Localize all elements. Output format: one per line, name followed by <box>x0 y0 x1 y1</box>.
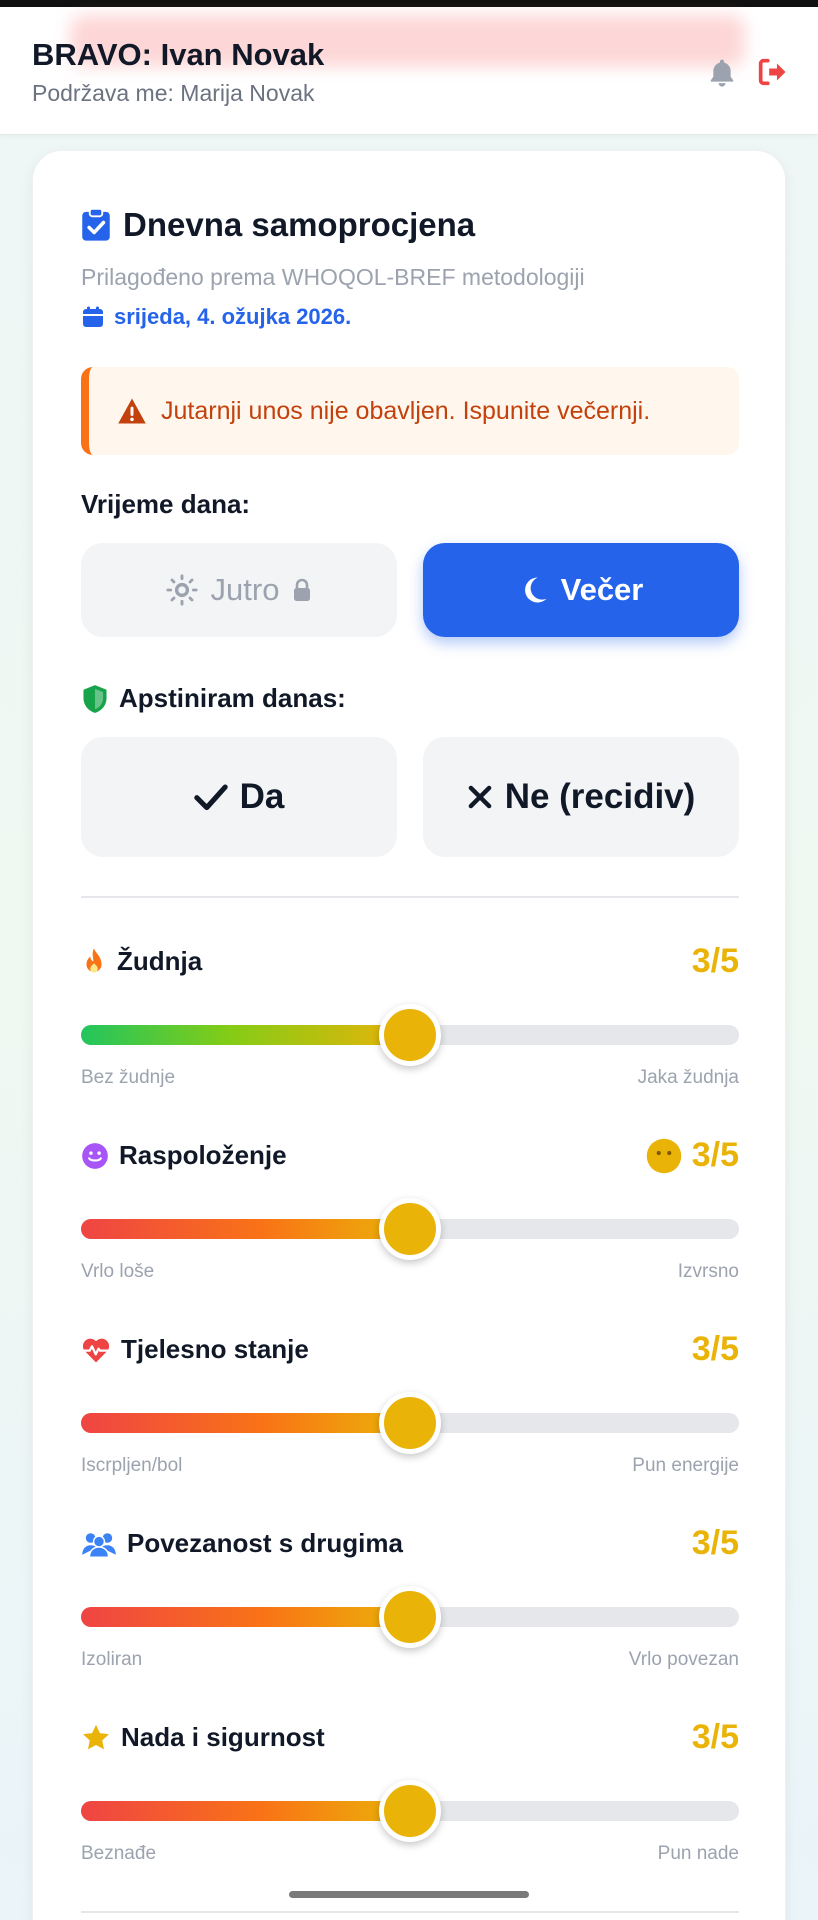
slider-fill <box>81 1607 410 1627</box>
header-subtitle: Podržava me: Marija Novak <box>32 80 315 106</box>
card-title: Dnevna samoprocjena <box>123 206 476 243</box>
evening-label: Večer <box>560 572 644 607</box>
max-label: Pun nade <box>657 1843 739 1864</box>
header-title: BRAVO: Ivan Novak <box>32 37 325 72</box>
sun-icon <box>165 574 198 606</box>
metric-name: Povezanost s drugima <box>127 1528 403 1558</box>
slider-mood[interactable] <box>81 1198 739 1260</box>
neutral-face-icon <box>646 1138 681 1173</box>
metric-value-physical: 3/5 <box>692 1330 739 1369</box>
bell-icon[interactable] <box>706 57 738 89</box>
heart-pulse-icon <box>82 1338 110 1362</box>
metric-header-craving: Žudnja 3/5 <box>81 942 739 981</box>
abstain-no-label: Ne (recidiv) <box>504 777 696 816</box>
metric-value-connection: 3/5 <box>692 1524 739 1563</box>
metric-title-mood: Raspoloženje <box>81 1140 287 1171</box>
metric-name: Žudnja <box>117 946 203 976</box>
users-icon <box>82 1532 116 1558</box>
warning-alert: Jutarnji unos nije obavljen. Ispunite ve… <box>81 367 739 455</box>
metric-header-hope: Nada i sigurnost 3/5 <box>81 1718 739 1757</box>
metric-name: Raspoloženje <box>119 1140 287 1170</box>
slider-fill <box>81 1025 410 1045</box>
slider-fill <box>81 1219 410 1239</box>
star-icon <box>83 1724 109 1749</box>
metric-value-mood: 3/5 <box>646 1136 739 1175</box>
slider-thumb[interactable] <box>379 1586 441 1648</box>
metric-header-mood: Raspoloženje 3/5 <box>81 1136 739 1175</box>
check-icon <box>193 784 228 811</box>
slider-physical[interactable] <box>81 1392 739 1454</box>
evening-button[interactable]: Večer <box>423 543 739 637</box>
app-header: BRAVO: Ivan Novak Podržava me: Marija No… <box>0 7 818 135</box>
max-label: Jaka žudnja <box>637 1067 739 1088</box>
status-strip <box>0 0 818 7</box>
abstain-label-row: Apstiniram danas: <box>81 683 346 714</box>
slider-thumb[interactable] <box>379 1392 441 1454</box>
abstain-no-button[interactable]: Ne (recidiv) <box>423 737 739 857</box>
card-subtitle: Prilagođeno prema WHOQOL-BREF metodologi… <box>81 264 585 290</box>
card-title-row: Dnevna samoprocjena <box>81 206 475 244</box>
metric-value-text: 3/5 <box>691 1524 739 1562</box>
slider-thumb[interactable] <box>379 1780 441 1842</box>
metric-header-connection: Povezanost s drugima 3/5 <box>81 1524 739 1563</box>
metric-value-text: 3/5 <box>691 1330 739 1368</box>
slider-thumb[interactable] <box>379 1198 441 1260</box>
home-indicator[interactable] <box>289 1891 529 1898</box>
min-label: Beznađe <box>81 1843 157 1864</box>
slider-craving[interactable] <box>81 1004 739 1066</box>
metric-value-hope: 3/5 <box>692 1718 739 1757</box>
x-icon <box>468 785 491 809</box>
slider-labels-hope: Beznađe Pun nade <box>81 1843 739 1865</box>
slider-labels-connection: Izoliran Vrlo povezan <box>81 1649 739 1671</box>
moon-icon <box>524 577 547 603</box>
section-divider <box>81 896 739 898</box>
slider-labels-physical: Iscrpljen/bol Pun energije <box>81 1455 739 1477</box>
metric-value-craving: 3/5 <box>692 942 739 981</box>
calendar-icon <box>83 306 103 327</box>
metric-value-text: 3/5 <box>691 942 739 980</box>
logout-icon[interactable] <box>755 55 789 89</box>
alert-text: Jutarnji unos nije obavljen. Ispunite ve… <box>161 396 651 425</box>
metric-value-text: 3/5 <box>691 1136 739 1174</box>
assessment-card: Dnevna samoprocjena Prilagođeno prema WH… <box>32 150 786 1920</box>
morning-label: Jutro <box>210 572 280 607</box>
slider-hope[interactable] <box>81 1780 739 1842</box>
metric-name: Nada i sigurnost <box>121 1722 325 1752</box>
warning-triangle-icon <box>118 398 146 424</box>
metric-title-physical: Tjelesno stanje <box>81 1334 309 1365</box>
min-label: Iscrpljen/bol <box>81 1455 183 1476</box>
slider-fill <box>81 1801 410 1821</box>
lock-icon <box>294 578 311 601</box>
max-label: Vrlo povezan <box>628 1649 739 1670</box>
clipboard-check-icon <box>82 208 110 241</box>
metric-title-craving: Žudnja <box>81 946 202 977</box>
abstain-yes-label: Da <box>239 777 285 816</box>
slider-connection[interactable] <box>81 1586 739 1648</box>
date-label: srijeda, 4. ožujka 2026. <box>114 304 352 329</box>
slider-thumb[interactable] <box>379 1004 441 1066</box>
metric-name: Tjelesno stanje <box>121 1334 309 1364</box>
min-label: Izoliran <box>81 1649 143 1670</box>
abstain-label: Apstiniram danas: <box>119 683 346 713</box>
smile-icon <box>82 1142 108 1169</box>
shield-icon <box>83 684 107 713</box>
date-row: srijeda, 4. ožujka 2026. <box>81 304 351 330</box>
fire-icon <box>86 947 102 973</box>
time-of-day-label: Vrijeme dana: <box>81 489 251 519</box>
abstain-yes-button[interactable]: Da <box>81 737 397 857</box>
min-label: Bez žudnje <box>81 1067 176 1088</box>
min-label: Vrlo loše <box>81 1261 155 1282</box>
slider-labels-mood: Vrlo loše Izvrsno <box>81 1261 739 1283</box>
metric-value-text: 3/5 <box>691 1718 739 1756</box>
slider-labels-craving: Bez žudnje Jaka žudnja <box>81 1067 739 1089</box>
metric-header-physical: Tjelesno stanje 3/5 <box>81 1330 739 1369</box>
max-label: Izvrsno <box>677 1261 739 1282</box>
slider-fill <box>81 1413 410 1433</box>
bottom-divider <box>81 1911 739 1913</box>
metric-title-connection: Povezanost s drugima <box>81 1528 403 1559</box>
max-label: Pun energije <box>632 1455 739 1476</box>
morning-button[interactable]: Jutro <box>81 543 397 637</box>
metric-title-hope: Nada i sigurnost <box>81 1722 325 1753</box>
